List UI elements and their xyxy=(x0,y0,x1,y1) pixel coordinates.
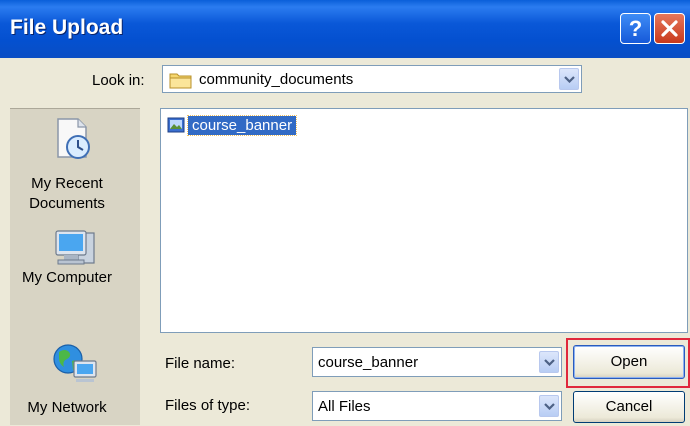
chevron-down-icon xyxy=(564,76,575,83)
look-in-label: Look in: xyxy=(92,72,145,89)
place-network-label: My Network xyxy=(27,399,107,416)
place-recent-label-1: My Recent xyxy=(31,175,103,192)
file-type-value: All Files xyxy=(318,398,371,415)
recent-documents-icon xyxy=(57,118,90,159)
file-type-dropdown-button[interactable] xyxy=(539,395,559,417)
svg-text:?: ? xyxy=(629,16,642,41)
cancel-button-label: Cancel xyxy=(605,398,653,415)
close-button[interactable] xyxy=(654,13,685,44)
file-name-label-text: File name: xyxy=(165,355,236,372)
look-in-dropdown[interactable]: community_documents xyxy=(162,65,582,93)
computer-icon xyxy=(55,230,95,265)
file-type-dropdown[interactable]: All Files xyxy=(312,391,562,421)
close-icon xyxy=(661,20,678,37)
look-in-dropdown-button[interactable] xyxy=(559,68,579,90)
chevron-down-icon xyxy=(544,359,555,366)
help-icon: ? xyxy=(629,16,642,41)
network-icon xyxy=(53,344,97,382)
folder-icon xyxy=(169,73,192,89)
window-title: File Upload xyxy=(10,16,124,39)
title-bar: File Upload ? xyxy=(0,0,690,58)
file-name-label: course_banner xyxy=(186,115,298,136)
help-button[interactable]: ? xyxy=(620,13,651,44)
place-recent-documents[interactable]: My Recent Documents xyxy=(10,109,140,219)
file-list[interactable]: course_banner xyxy=(160,108,688,333)
place-my-network[interactable]: My Network xyxy=(10,333,140,426)
open-button[interactable]: Open xyxy=(573,345,685,379)
image-file-icon xyxy=(167,117,185,133)
open-button-label: Open xyxy=(610,353,648,370)
place-recent-label-2: Documents xyxy=(29,195,105,212)
place-my-computer[interactable]: My Computer xyxy=(10,221,140,313)
look-in-value: community_documents xyxy=(199,71,354,88)
file-name-field[interactable]: course_banner xyxy=(312,347,562,377)
chevron-down-icon xyxy=(544,403,555,410)
cancel-button[interactable]: Cancel xyxy=(573,391,685,423)
place-computer-label: My Computer xyxy=(21,269,113,286)
list-item[interactable]: course_banner xyxy=(161,109,361,139)
file-name-dropdown-button[interactable] xyxy=(539,351,559,373)
places-bar: My Recent Documents My Computer My Netwo… xyxy=(10,108,140,425)
file-type-label: Files of type: xyxy=(165,397,251,414)
file-name-value: course_banner xyxy=(318,354,419,371)
